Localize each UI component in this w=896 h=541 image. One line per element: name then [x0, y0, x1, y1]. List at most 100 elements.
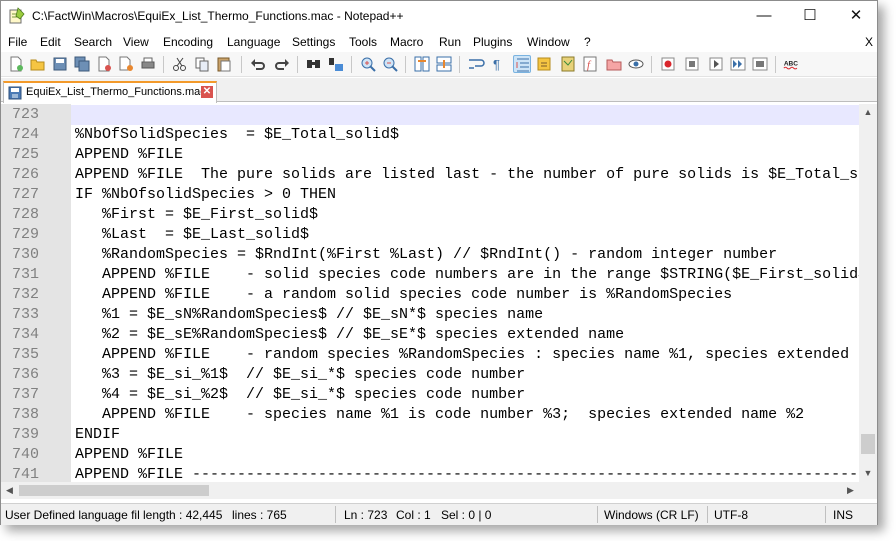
vertical-scroll-thumb[interactable]: [861, 434, 875, 454]
code-line-text: APPEND %FILE ---------------------------…: [75, 466, 859, 482]
stop-recording-icon[interactable]: [683, 55, 701, 73]
status-selection: Sel : 0 | 0: [441, 508, 492, 522]
close-window-button[interactable]: ✕: [833, 1, 879, 31]
save-macro-icon[interactable]: [751, 55, 769, 73]
menu-macro[interactable]: Macro: [390, 35, 423, 49]
function-list-icon[interactable]: f: [581, 55, 599, 73]
close-document-button[interactable]: X: [865, 35, 873, 49]
code-line[interactable]: ENDIF: [71, 425, 859, 445]
undo-icon[interactable]: [249, 55, 267, 73]
sync-vertical-icon[interactable]: [413, 55, 431, 73]
horizontal-scroll-thumb[interactable]: [19, 485, 209, 496]
code-line[interactable]: %2 = $E_sE%RandomSpecies$ // $E_sE*$ spe…: [71, 325, 859, 345]
playback-macro-icon[interactable]: [707, 55, 725, 73]
code-line-text: APPEND %FILE - a random solid species co…: [75, 286, 733, 303]
scroll-right-button[interactable]: ▶: [842, 482, 859, 499]
redo-icon[interactable]: [273, 55, 291, 73]
code-line[interactable]: IF %NbOfsolidSpecies > 0 THEN: [71, 185, 859, 205]
replace-icon[interactable]: [327, 55, 345, 73]
status-eol-format: Windows (CR LF): [604, 508, 699, 522]
horizontal-scrollbar[interactable]: ◀ ▶: [1, 482, 859, 499]
toolbar-separator: [405, 56, 406, 73]
code-line-text: %First = $E_First_solid$: [75, 206, 319, 223]
status-separator: [597, 506, 598, 523]
line-number: 731: [12, 266, 40, 283]
show-all-characters-icon[interactable]: ¶: [489, 55, 507, 73]
line-number: 737: [12, 386, 40, 403]
tab-equiex-list-thermo-functions[interactable]: EquiEx_List_Thermo_Functions.mac ✕: [3, 81, 217, 103]
line-number: 740: [12, 446, 40, 463]
code-line[interactable]: APPEND %FILE - a random solid species co…: [71, 285, 859, 305]
code-line-text: %NbOfSolidSpecies = $E_Total_solid$: [75, 126, 400, 143]
code-line[interactable]: %4 = $E_si_%2$ // $E_si_*$ species code …: [71, 385, 859, 405]
menu-edit[interactable]: Edit: [40, 35, 61, 49]
save-all-icon[interactable]: [73, 55, 91, 73]
scroll-down-button[interactable]: ▼: [859, 465, 877, 482]
menu-search[interactable]: Search: [74, 35, 112, 49]
code-line[interactable]: [71, 105, 859, 125]
code-line[interactable]: %1 = $E_sN%RandomSpecies$ // $E_sN*$ spe…: [71, 305, 859, 325]
line-number: 732: [12, 286, 40, 303]
editor-area[interactable]: %NbOfSolidSpecies = $E_Total_solid$ APPEN…: [1, 104, 877, 482]
menu-help[interactable]: ?: [584, 35, 591, 49]
vertical-scrollbar[interactable]: ▲ ▼: [859, 104, 877, 482]
menu-view[interactable]: View: [123, 35, 149, 49]
code-line-text: APPEND %FILE - random species %RandomSpe…: [75, 346, 850, 363]
cut-icon[interactable]: [171, 55, 189, 73]
code-line[interactable]: APPEND %FILE: [71, 145, 859, 165]
code-line[interactable]: APPEND %FILE The pure solids are listed …: [71, 165, 859, 185]
code-line[interactable]: APPEND %FILE - random species %RandomSpe…: [71, 345, 859, 365]
code-view[interactable]: %NbOfSolidSpecies = $E_Total_solid$ APPEN…: [71, 104, 859, 482]
scroll-left-button[interactable]: ◀: [1, 482, 18, 499]
code-line[interactable]: %First = $E_First_solid$: [71, 205, 859, 225]
code-line[interactable]: APPEND %FILE ---------------------------…: [71, 465, 859, 482]
code-line[interactable]: %NbOfSolidSpecies = $E_Total_solid$: [71, 125, 859, 145]
menu-plugins[interactable]: Plugins: [473, 35, 512, 49]
monitoring-icon[interactable]: [627, 55, 645, 73]
line-number: 738: [12, 406, 40, 423]
open-file-icon[interactable]: [29, 55, 47, 73]
code-line[interactable]: APPEND %FILE: [71, 445, 859, 465]
menu-file[interactable]: File: [8, 35, 27, 49]
code-line-text: %3 = $E_si_%1$ // $E_si_*$ species code …: [75, 366, 526, 383]
status-separator: [825, 506, 826, 523]
new-file-icon[interactable]: [7, 55, 25, 73]
word-wrap-icon[interactable]: [467, 55, 485, 73]
code-line[interactable]: APPEND %FILE - solid species code number…: [71, 265, 859, 285]
code-line[interactable]: APPEND %FILE - species name %1 is code n…: [71, 405, 859, 425]
record-macro-icon[interactable]: [659, 55, 677, 73]
document-map-icon[interactable]: [559, 55, 577, 73]
spell-check-icon[interactable]: ABC: [783, 55, 805, 73]
maximize-button[interactable]: ☐: [787, 1, 833, 31]
title-bar: C:\FactWin\Macros\EquiEx_List_Thermo_Fun…: [1, 1, 877, 31]
code-line[interactable]: %Last = $E_Last_solid$: [71, 225, 859, 245]
zoom-out-icon[interactable]: [381, 55, 399, 73]
menu-tools[interactable]: Tools: [349, 35, 377, 49]
status-column: Col : 1: [396, 508, 431, 522]
user-defined-language-icon[interactable]: [535, 55, 553, 73]
save-icon[interactable]: [51, 55, 69, 73]
code-line[interactable]: %3 = $E_si_%1$ // $E_si_*$ species code …: [71, 365, 859, 385]
code-line[interactable]: %RandomSpecies = $RndInt(%First %Last) /…: [71, 245, 859, 265]
close-icon[interactable]: [95, 55, 113, 73]
minimize-button[interactable]: —: [741, 1, 787, 31]
close-all-icon[interactable]: [117, 55, 135, 73]
scroll-up-button[interactable]: ▲: [859, 104, 877, 121]
menu-run[interactable]: Run: [439, 35, 461, 49]
sync-horizontal-icon[interactable]: [435, 55, 453, 73]
tab-close-button[interactable]: ✕: [201, 86, 213, 98]
indent-guide-icon[interactable]: [513, 55, 531, 73]
run-macro-multiple-icon[interactable]: [729, 55, 747, 73]
menu-encoding[interactable]: Encoding: [163, 35, 213, 49]
menu-language[interactable]: Language: [227, 35, 280, 49]
code-line-text: %1 = $E_sN%RandomSpecies$ // $E_sN*$ spe…: [75, 306, 544, 323]
status-bar: User Defined language file - Nb length :…: [1, 503, 877, 525]
zoom-in-icon[interactable]: [359, 55, 377, 73]
copy-icon[interactable]: [193, 55, 211, 73]
menu-settings[interactable]: Settings: [292, 35, 335, 49]
menu-window[interactable]: Window: [527, 35, 570, 49]
paste-icon[interactable]: [215, 55, 233, 73]
folder-as-workspace-icon[interactable]: [605, 55, 623, 73]
find-icon[interactable]: [305, 55, 323, 73]
print-icon[interactable]: [139, 55, 157, 73]
